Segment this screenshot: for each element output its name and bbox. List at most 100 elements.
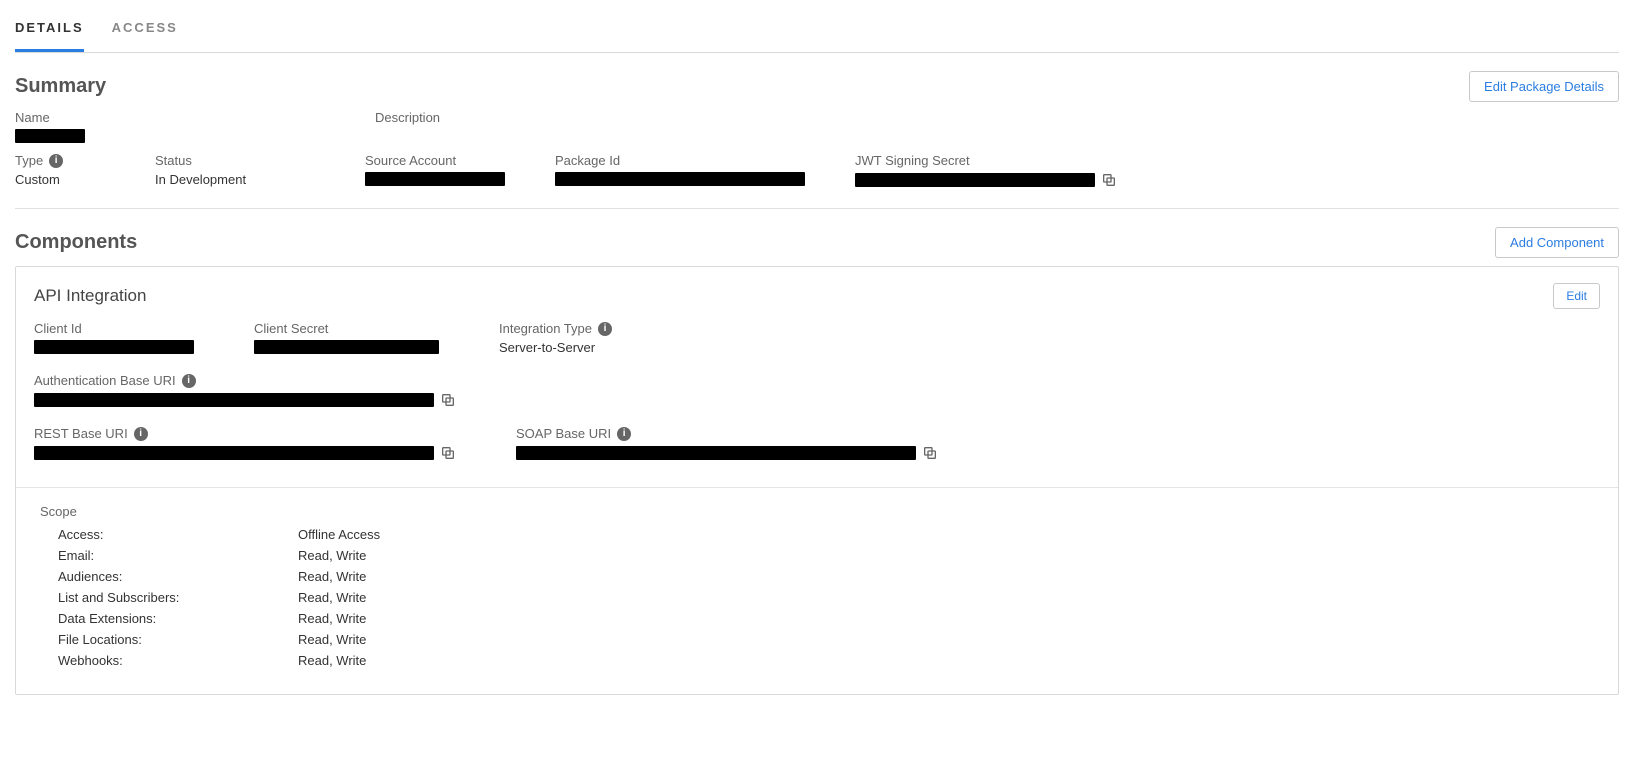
tab-bar: DETAILS ACCESS (15, 0, 1619, 53)
components-header: Components Add Component (15, 227, 1619, 258)
edit-api-integration-button[interactable]: Edit (1553, 283, 1600, 309)
scope-value: Read, Write (298, 590, 366, 605)
auth-base-uri-label: Authentication Base URI i (34, 373, 456, 388)
scope-row: Data Extensions:Read, Write (40, 611, 1600, 626)
integration-type-value: Server-to-Server (499, 340, 612, 355)
auth-base-uri-value-wrap (34, 392, 456, 408)
soap-base-uri-value-redacted (516, 446, 916, 460)
scope-row: Audiences:Read, Write (40, 569, 1600, 584)
field-integration-type: Integration Type i Server-to-Server (499, 321, 612, 355)
field-auth-base-uri: Authentication Base URI i (34, 373, 456, 408)
copy-icon[interactable] (440, 392, 456, 408)
scope-value: Read, Write (298, 548, 366, 563)
client-id-value-redacted (34, 340, 194, 354)
api-card-header: API Integration Edit (34, 283, 1600, 309)
info-icon[interactable]: i (598, 322, 612, 336)
field-source-account: Source Account (365, 153, 515, 188)
field-jwt-secret: JWT Signing Secret (855, 153, 1117, 188)
status-value: In Development (155, 172, 325, 187)
package-id-label: Package Id (555, 153, 815, 168)
type-value: Custom (15, 172, 115, 187)
summary-row1: Name Description (15, 110, 1619, 153)
description-label: Description (375, 110, 440, 125)
add-component-button[interactable]: Add Component (1495, 227, 1619, 258)
page-root: DETAILS ACCESS Summary Edit Package Deta… (0, 0, 1634, 761)
scope-value: Offline Access (298, 527, 380, 542)
copy-icon[interactable] (1101, 172, 1117, 188)
info-icon[interactable]: i (49, 154, 63, 168)
api-row3: REST Base URI i SOAP Base URI i (34, 426, 1600, 471)
rest-base-uri-label: REST Base URI i (34, 426, 456, 441)
components-title: Components (15, 231, 137, 254)
field-package-id: Package Id (555, 153, 815, 188)
summary-row2: Type i Custom Status In Development Sour… (15, 153, 1619, 209)
scope-value: Read, Write (298, 632, 366, 647)
client-secret-value-redacted (254, 340, 439, 354)
copy-icon[interactable] (922, 445, 938, 461)
field-type: Type i Custom (15, 153, 115, 188)
auth-base-uri-value-redacted (34, 393, 434, 407)
info-icon[interactable]: i (182, 374, 196, 388)
name-value-redacted (15, 129, 85, 143)
source-account-label: Source Account (365, 153, 515, 168)
scope-key: File Locations: (40, 632, 298, 647)
integration-type-label-text: Integration Type (499, 321, 592, 336)
client-secret-label: Client Secret (254, 321, 439, 336)
rest-base-uri-value-redacted (34, 446, 434, 460)
soap-base-uri-label: SOAP Base URI i (516, 426, 938, 441)
jwt-value-redacted (855, 173, 1095, 187)
auth-base-uri-label-text: Authentication Base URI (34, 373, 176, 388)
scope-key: Webhooks: (40, 653, 298, 668)
scope-key: List and Subscribers: (40, 590, 298, 605)
api-integration-card: API Integration Edit Client Id Client Se… (15, 266, 1619, 695)
field-client-secret: Client Secret (254, 321, 439, 355)
api-row1: Client Id Client Secret Integration Type… (34, 321, 1600, 365)
tab-access[interactable]: ACCESS (112, 12, 178, 52)
summary-header: Summary Edit Package Details (15, 71, 1619, 102)
api-row2: Authentication Base URI i (34, 373, 1600, 418)
scope-value: Read, Write (298, 569, 366, 584)
rest-base-uri-label-text: REST Base URI (34, 426, 128, 441)
scope-key: Data Extensions: (40, 611, 298, 626)
scope-row: List and Subscribers:Read, Write (40, 590, 1600, 605)
field-name: Name (15, 110, 335, 143)
source-account-value-redacted (365, 172, 505, 186)
scope-key: Access: (40, 527, 298, 542)
divider (16, 487, 1618, 488)
field-client-id: Client Id (34, 321, 194, 355)
client-id-label: Client Id (34, 321, 194, 336)
jwt-value-wrap (855, 172, 1117, 188)
field-description: Description (375, 110, 440, 143)
api-integration-title: API Integration (34, 286, 146, 306)
field-status: Status In Development (155, 153, 325, 188)
name-label: Name (15, 110, 335, 125)
scope-key: Audiences: (40, 569, 298, 584)
status-label: Status (155, 153, 325, 168)
scope-block: Scope Access:Offline AccessEmail:Read, W… (34, 504, 1600, 668)
type-label: Type i (15, 153, 115, 168)
scope-row: Webhooks:Read, Write (40, 653, 1600, 668)
edit-package-details-button[interactable]: Edit Package Details (1469, 71, 1619, 102)
scope-row: Email:Read, Write (40, 548, 1600, 563)
field-rest-base-uri: REST Base URI i (34, 426, 456, 461)
scope-value: Read, Write (298, 653, 366, 668)
jwt-label: JWT Signing Secret (855, 153, 1117, 168)
type-label-text: Type (15, 153, 43, 168)
scope-value: Read, Write (298, 611, 366, 626)
scope-row: Access:Offline Access (40, 527, 1600, 542)
soap-base-uri-label-text: SOAP Base URI (516, 426, 611, 441)
summary-title: Summary (15, 75, 106, 98)
package-id-value-redacted (555, 172, 805, 186)
scope-rows: Access:Offline AccessEmail:Read, WriteAu… (40, 527, 1600, 668)
scope-title: Scope (40, 504, 1600, 519)
tab-details[interactable]: DETAILS (15, 12, 84, 52)
scope-key: Email: (40, 548, 298, 563)
field-soap-base-uri: SOAP Base URI i (516, 426, 938, 461)
soap-base-uri-value-wrap (516, 445, 938, 461)
copy-icon[interactable] (440, 445, 456, 461)
info-icon[interactable]: i (134, 427, 148, 441)
rest-base-uri-value-wrap (34, 445, 456, 461)
info-icon[interactable]: i (617, 427, 631, 441)
integration-type-label: Integration Type i (499, 321, 612, 336)
scope-row: File Locations:Read, Write (40, 632, 1600, 647)
